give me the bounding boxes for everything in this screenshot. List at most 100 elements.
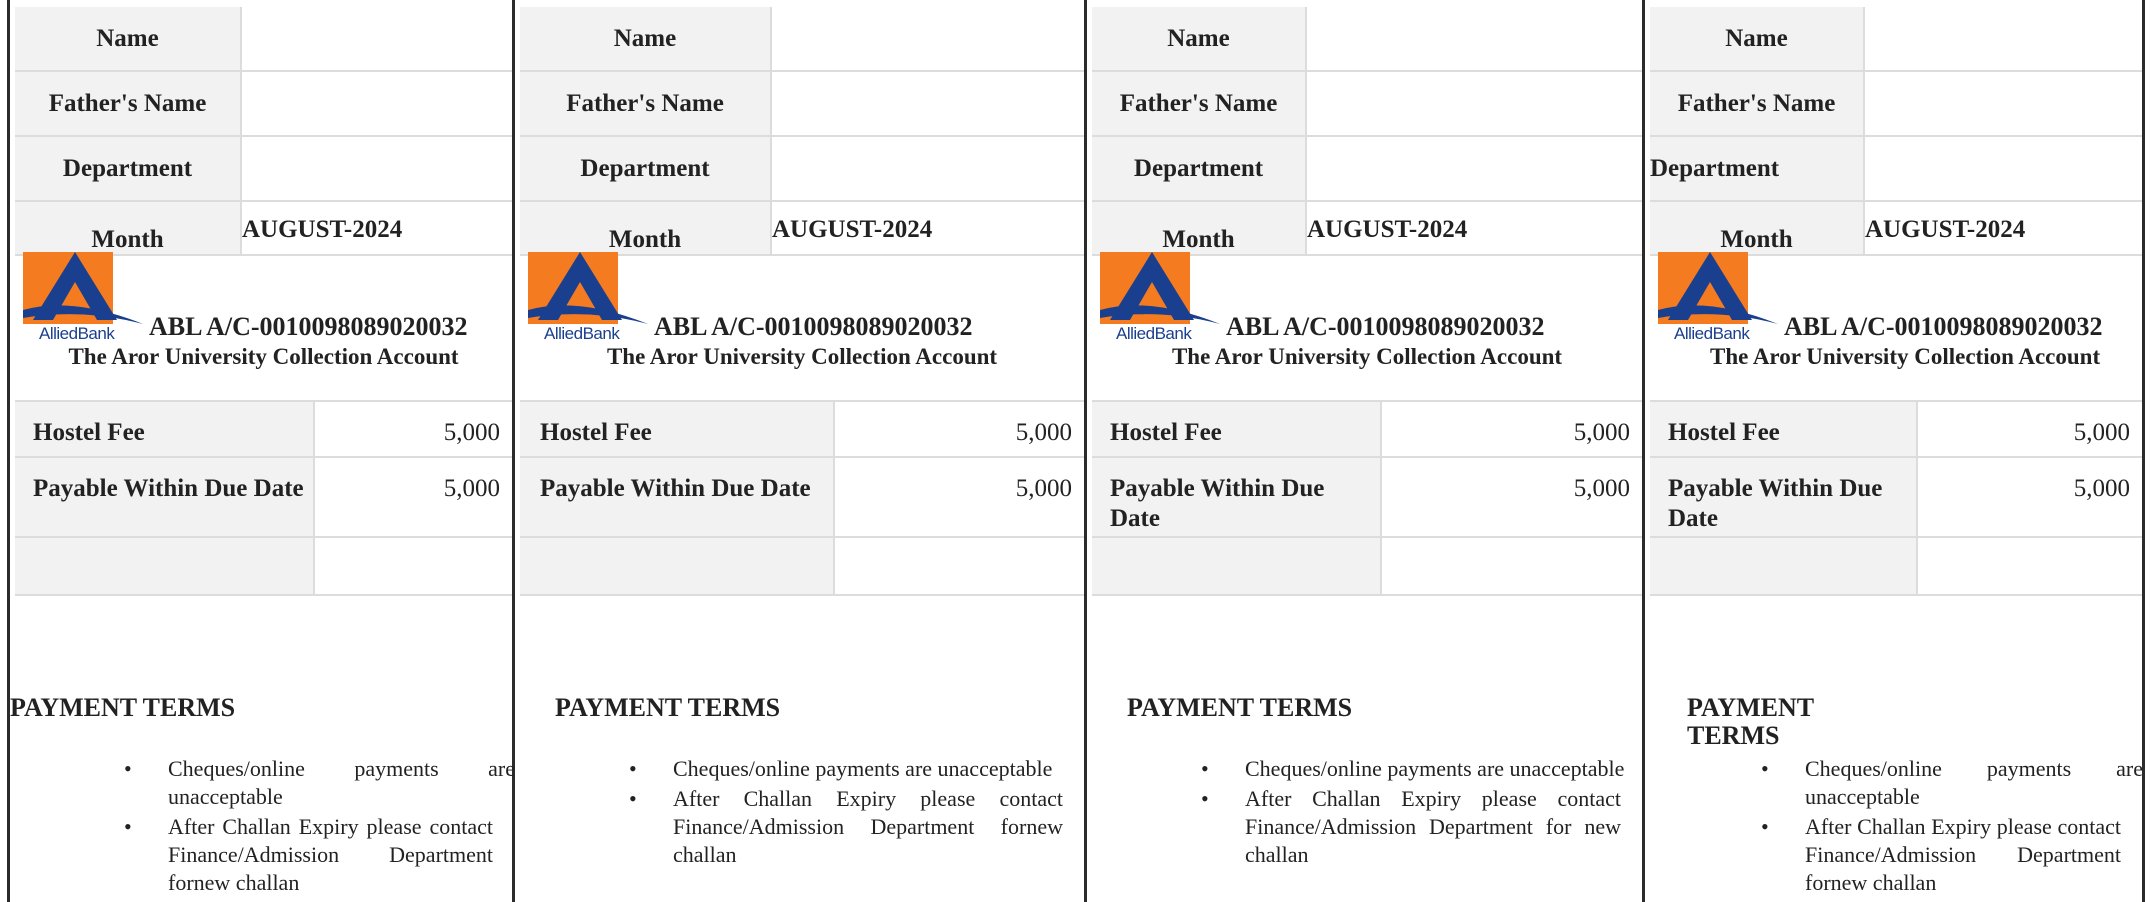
- logo-a-mark-icon: [23, 252, 143, 324]
- fee-row-payable: Payable Within Due Date 5,000: [1092, 458, 1642, 538]
- name-value[interactable]: [1307, 7, 1642, 70]
- month-row: Month AUGUST-2024: [1650, 202, 2142, 256]
- empty-value-cell: [1382, 538, 1642, 594]
- allied-bank-logo: AlliedBank: [1658, 252, 1778, 343]
- fee-value: 5,000: [2073, 419, 2130, 446]
- department-row: Department: [1092, 137, 1642, 202]
- month-row: Month AUGUST-2024: [15, 202, 512, 256]
- empty-value-cell: [1918, 538, 2142, 594]
- fee-table: Hostel Fee 5,000 Payable Within Due Date…: [520, 402, 1084, 596]
- fee-row-hostel: Hostel Fee 5,000: [1092, 402, 1642, 458]
- fee-label: Hostel Fee: [1092, 402, 1382, 456]
- department-row: Department: [1650, 137, 2142, 202]
- father-name-label: Father's Name: [1092, 72, 1307, 135]
- payment-terms-heading: PAYMENT TERMS: [555, 693, 781, 722]
- fee-row-empty: [1650, 538, 2142, 596]
- fee-value: 5,000: [2073, 475, 2130, 502]
- terms-item: Cheques/online payments are unacceptable: [629, 755, 1084, 783]
- department-value[interactable]: [1865, 137, 2142, 200]
- father-name-value[interactable]: [1865, 72, 2142, 135]
- logo-text: AlliedBank: [1674, 324, 1750, 343]
- name-value[interactable]: [1865, 7, 2142, 70]
- terms-item: After Challan Expiry please contact Fina…: [1761, 813, 2121, 897]
- name-row: Name: [1650, 7, 2142, 72]
- fee-table: Hostel Fee 5,000 Payable Within Due Date…: [1650, 402, 2142, 596]
- department-row: Department: [520, 137, 1084, 202]
- payment-terms-heading: PAYMENT TERMS: [1127, 693, 1353, 722]
- student-info-table: Name Father's Name Department Month AUGU…: [520, 7, 1084, 256]
- terms-item: After Challan Expiry please contact Fina…: [629, 785, 1063, 869]
- bank-account-number: ABL A/C-0010098089020032: [1226, 312, 1545, 341]
- name-label: Name: [1092, 7, 1307, 70]
- terms-item: Cheques/online payments are unacceptable: [1201, 755, 1642, 783]
- fee-value: 5,000: [1573, 419, 1630, 446]
- fee-label: Payable Within Due Date: [1650, 458, 1918, 536]
- terms-item: Cheques/online payments are unacceptable: [124, 755, 515, 811]
- fee-value: 5,000: [443, 419, 500, 446]
- name-row: Name: [520, 7, 1084, 72]
- father-name-value[interactable]: [242, 72, 512, 135]
- month-value: AUGUST-2024: [242, 216, 403, 243]
- payment-terms-heading: PAYMENT TERMS: [10, 693, 236, 722]
- bank-account-number: ABL A/C-0010098089020032: [654, 312, 973, 341]
- bank-block: AlliedBank ABL A/C-0010098089020032 The …: [1092, 250, 1642, 402]
- logo-text: AlliedBank: [1116, 324, 1192, 343]
- fee-row-empty: [1092, 538, 1642, 596]
- bank-account-number: ABL A/C-0010098089020032: [149, 312, 468, 341]
- father-name-row: Father's Name: [1650, 72, 2142, 137]
- name-row: Name: [15, 7, 512, 72]
- name-row: Name: [1092, 7, 1642, 72]
- fee-table: Hostel Fee 5,000 Payable Within Due Date…: [1092, 402, 1642, 596]
- month-label: Month: [15, 202, 242, 254]
- terms-item: After Challan Expiry please contact Fina…: [124, 813, 493, 897]
- logo-a-mark-icon: [528, 252, 648, 324]
- bank-block: AlliedBank ABL A/C-0010098089020032 The …: [1650, 250, 2142, 402]
- fee-row-empty: [15, 538, 512, 596]
- bank-account-title: The Aror University Collection Account: [68, 344, 459, 369]
- month-value: AUGUST-2024: [772, 216, 933, 243]
- payment-terms-heading: PAYMENT TERMS: [1687, 693, 1814, 750]
- department-label: Department: [520, 137, 772, 200]
- department-label: Department: [15, 137, 242, 200]
- bank-account-title: The Aror University Collection Account: [1710, 344, 2101, 369]
- department-label: Department: [1650, 137, 1865, 200]
- student-info-table: Name Father's Name Department Month AUGU…: [1092, 7, 1642, 256]
- name-label: Name: [15, 7, 242, 70]
- father-name-value[interactable]: [772, 72, 1084, 135]
- allied-bank-logo: AlliedBank: [1100, 252, 1220, 343]
- bank-block: AlliedBank ABL A/C-0010098089020032 The …: [520, 250, 1084, 402]
- payment-terms-list: Cheques/online payments are unacceptable…: [124, 755, 515, 897]
- fee-label: Hostel Fee: [1650, 402, 1918, 456]
- empty-label-cell: [520, 538, 835, 594]
- department-row: Department: [15, 137, 512, 202]
- empty-label-cell: [15, 538, 315, 594]
- father-name-value[interactable]: [1307, 72, 1642, 135]
- name-value[interactable]: [772, 7, 1084, 70]
- father-name-row: Father's Name: [520, 72, 1084, 137]
- logo-a-mark-icon: [1100, 252, 1220, 324]
- terms-item: Cheques/online payments are unacceptable: [1761, 755, 2143, 811]
- challan-copy-1: Name Father's Name Department Month AUGU…: [7, 0, 515, 902]
- fee-value: 5,000: [1015, 475, 1072, 502]
- empty-label-cell: [1092, 538, 1382, 594]
- department-value[interactable]: [1307, 137, 1642, 200]
- month-label: Month: [1092, 202, 1307, 254]
- fee-label: Hostel Fee: [15, 402, 315, 456]
- empty-label-cell: [1650, 538, 1918, 594]
- fee-label: Hostel Fee: [520, 402, 835, 456]
- name-label: Name: [520, 7, 772, 70]
- fee-row-payable: Payable Within Due Date 5,000: [1650, 458, 2142, 538]
- fee-row-payable: Payable Within Due Date 5,000: [520, 458, 1084, 538]
- department-value[interactable]: [242, 137, 512, 200]
- name-value[interactable]: [242, 7, 512, 70]
- logo-a-mark-icon: [1658, 252, 1778, 324]
- logo-text: AlliedBank: [544, 324, 620, 343]
- month-row: Month AUGUST-2024: [520, 202, 1084, 256]
- department-value[interactable]: [772, 137, 1084, 200]
- month-label: Month: [1650, 202, 1865, 254]
- allied-bank-logo: AlliedBank: [23, 252, 143, 343]
- month-row: Month AUGUST-2024: [1092, 202, 1642, 256]
- bank-account-number: ABL A/C-0010098089020032: [1784, 312, 2103, 341]
- student-info-table: Name Father's Name Department Month AUGU…: [15, 7, 512, 256]
- department-label: Department: [1092, 137, 1307, 200]
